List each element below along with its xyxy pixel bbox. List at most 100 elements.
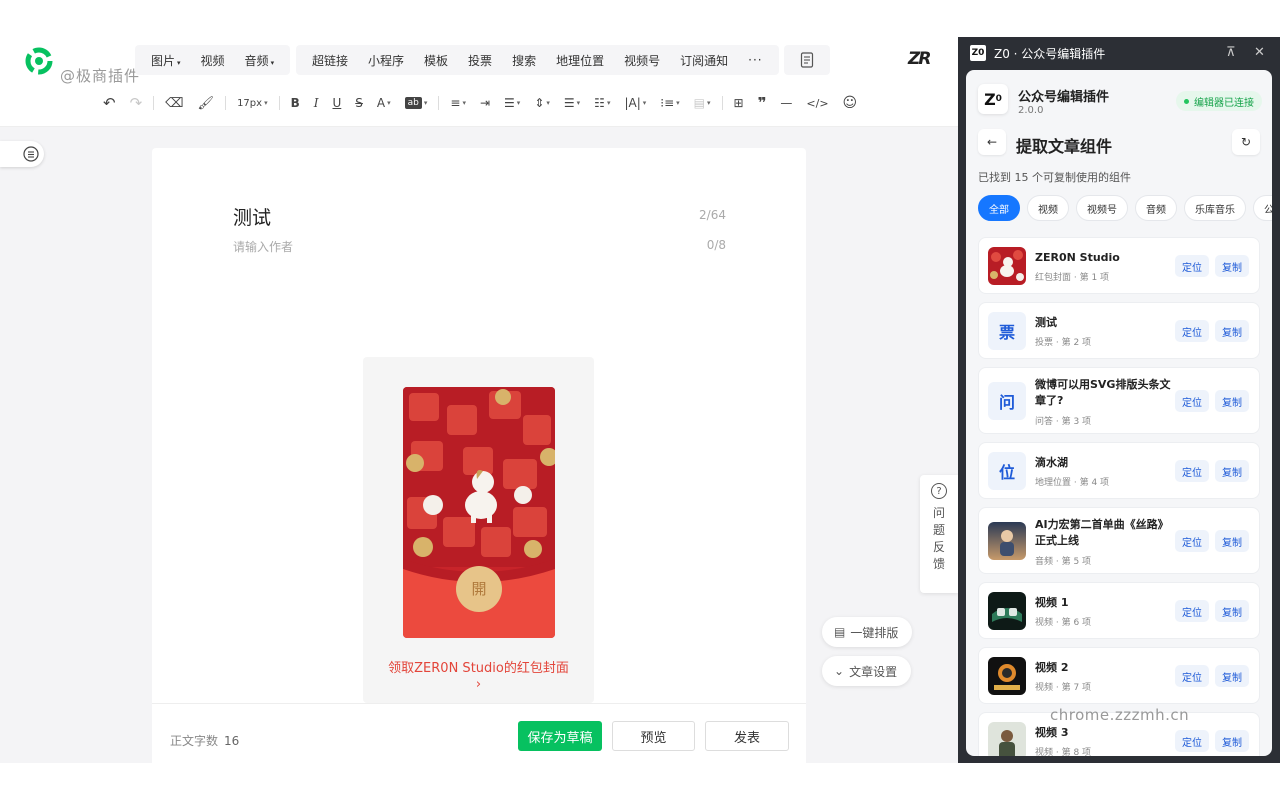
outline-toggle-button[interactable] — [0, 141, 44, 167]
media-menu-group: 图片 ▾ 视频 音频 ▾ — [135, 45, 291, 75]
panel-page-title: 提取文章组件 — [1016, 137, 1113, 156]
font-size-select[interactable]: 17px ▾ — [230, 98, 275, 109]
article-paper: 测试 2/64 请输入作者 0/8 開 领取ZER0N Studio的红包封面 … — [152, 148, 806, 703]
refresh-icon: ↻ — [1240, 135, 1252, 149]
redpacket-caption: 领取ZER0N Studio的红包封面 — [388, 661, 569, 676]
list-item: 视频 1 视频 · 第 6 项 定位 复制 — [978, 582, 1260, 639]
format-painter-icon[interactable]: 🖌 — [191, 96, 222, 111]
publish-button[interactable]: 发表 — [705, 721, 789, 751]
question-icon: ? — [931, 483, 947, 499]
filter-audio[interactable]: 音频 — [1135, 195, 1177, 221]
locate-button[interactable]: 定位 — [1175, 460, 1209, 482]
status-dot-icon — [1184, 98, 1189, 104]
copy-button[interactable]: 复制 — [1215, 255, 1249, 277]
menu-search[interactable]: 搜索 — [502, 52, 546, 69]
menu-subscribe-notice[interactable]: 订阅通知 — [670, 52, 738, 69]
menu-channels[interactable]: 视频号 — [614, 52, 670, 69]
component-meta: 红包封面 · 第 1 项 — [1035, 273, 1110, 283]
doc-outline-button[interactable] — [784, 45, 830, 75]
copy-button[interactable]: 复制 — [1215, 530, 1249, 552]
line-height-icon[interactable]: ☰ ▾ — [557, 96, 587, 110]
menu-hyperlink[interactable]: 超链接 — [302, 52, 358, 69]
locate-button[interactable]: 定位 — [1175, 255, 1209, 277]
word-count-value: 16 — [224, 734, 240, 748]
copy-button[interactable]: 复制 — [1215, 600, 1249, 622]
more-menu-button[interactable]: ··· — [738, 53, 772, 67]
list-item: 视频 2 视频 · 第 7 项 定位 复制 — [978, 647, 1260, 704]
menu-audio[interactable]: 音频 ▾ — [235, 52, 285, 69]
wechat-editor-logo — [25, 47, 53, 75]
filter-channels[interactable]: 视频号 — [1076, 195, 1128, 221]
copy-button[interactable]: 复制 — [1215, 665, 1249, 687]
filter-video[interactable]: 视频 — [1027, 195, 1069, 221]
locate-button[interactable]: 定位 — [1175, 730, 1209, 752]
redo-icon[interactable]: ↷ — [123, 94, 150, 112]
component-name: 测试 — [1035, 316, 1057, 329]
menu-video[interactable]: 视频 — [191, 52, 235, 69]
component-name: 微博可以用SVG排版头条文章了? — [1035, 378, 1171, 407]
redpacket-cover-card[interactable]: 開 领取ZER0N Studio的红包封面 › — [363, 357, 594, 703]
feedback-button[interactable]: ? 问 题 反 馈 — [920, 475, 958, 593]
quote-icon[interactable]: ❞ — [751, 94, 774, 112]
plugin-name: 公众号编辑插件 — [1018, 90, 1110, 105]
bold-icon[interactable]: B — [284, 96, 307, 110]
copy-button[interactable]: 复制 — [1215, 460, 1249, 482]
letter-spacing-icon[interactable]: |A| ▾ — [617, 96, 653, 110]
copy-button[interactable]: 复制 — [1215, 390, 1249, 412]
align-icon[interactable]: ≡ ▾ — [443, 96, 473, 110]
audio-cover-thumbnail — [988, 522, 1026, 560]
indent-icon[interactable]: ⇥ — [473, 96, 497, 110]
menu-vote[interactable]: 投票 — [458, 52, 502, 69]
component-meta: 视频 · 第 7 项 — [1035, 683, 1092, 693]
plugin-side-panel: Z0 Z0 · 公众号编辑插件 ⊼ ✕ Z0 公众号编辑插件 2.0.0 编辑器… — [958, 37, 1280, 763]
locate-button[interactable]: 定位 — [1175, 390, 1209, 412]
divider-line-icon[interactable]: — — [773, 96, 799, 110]
unpin-icon[interactable]: ⊼ — [1226, 45, 1236, 60]
filter-music-library[interactable]: 乐库音乐 — [1184, 195, 1246, 221]
locate-button[interactable]: 定位 — [1175, 320, 1209, 342]
table-icon[interactable]: ⊞ — [727, 96, 751, 110]
locate-button[interactable]: 定位 — [1175, 530, 1209, 552]
save-draft-button[interactable]: 保存为草稿 — [518, 721, 602, 751]
italic-icon[interactable]: I — [307, 96, 326, 110]
author-input[interactable]: 请输入作者 — [233, 238, 293, 255]
menu-location[interactable]: 地理位置 — [546, 52, 614, 69]
bullet-list-icon[interactable]: ⁝≡ ▾ — [653, 96, 686, 110]
paragraph-spacing-icon[interactable]: ⇕ ▾ — [527, 96, 557, 110]
emoji-icon[interactable]: ☺ — [836, 95, 865, 111]
column-icon[interactable]: ▤ ▾ — [687, 96, 718, 110]
close-icon[interactable]: ✕ — [1254, 45, 1265, 60]
undo-icon[interactable]: ↶ — [96, 94, 123, 112]
article-settings-button[interactable]: ⌄ 文章设置 — [822, 656, 912, 686]
component-meta: 视频 · 第 6 项 — [1035, 618, 1092, 628]
list-indent-icon[interactable]: ☷ ▾ — [587, 96, 617, 110]
preview-button[interactable]: 预览 — [612, 721, 695, 751]
article-title-input[interactable]: 测试 — [233, 203, 271, 230]
strikethrough-icon[interactable]: S — [348, 96, 370, 110]
back-button[interactable]: ← — [978, 129, 1006, 155]
code-icon[interactable]: </> — [799, 97, 835, 110]
chevron-down-icon: ⌄ — [834, 664, 845, 678]
component-meta: 视频 · 第 8 项 — [1035, 748, 1092, 756]
plugin-content: Z0 公众号编辑插件 2.0.0 编辑器已连接 ← 提取文章组件 ↻ 已找到 1… — [966, 70, 1272, 756]
copy-button[interactable]: 复制 — [1215, 320, 1249, 342]
document-icon — [800, 52, 814, 68]
filter-official-account[interactable]: 公众 — [1253, 195, 1272, 221]
filter-all[interactable]: 全部 — [978, 195, 1020, 221]
refresh-button[interactable]: ↻ — [1232, 129, 1260, 155]
menu-template[interactable]: 模板 — [414, 52, 458, 69]
locate-button[interactable]: 定位 — [1175, 600, 1209, 622]
video-thumbnail — [988, 592, 1026, 630]
font-color-icon[interactable]: A ▾ — [370, 96, 398, 110]
highlight-color-icon[interactable]: ab ▾ — [398, 97, 435, 109]
menu-mini-program[interactable]: 小程序 — [358, 52, 414, 69]
component-meta: 问答 · 第 3 项 — [1035, 417, 1092, 427]
locate-button[interactable]: 定位 — [1175, 665, 1209, 687]
copy-button[interactable]: 复制 — [1215, 730, 1249, 752]
underline-icon[interactable]: U — [325, 96, 348, 110]
component-name: AI力宏第二首单曲《丝路》正式上线 — [1035, 518, 1169, 547]
eraser-icon[interactable]: ⌫ — [158, 96, 190, 111]
one-click-layout-button[interactable]: ▤ 一键排版 — [822, 617, 913, 647]
line-indent-icon[interactable]: ☰ ▾ — [497, 96, 527, 110]
menu-image[interactable]: 图片 ▾ — [141, 52, 191, 69]
